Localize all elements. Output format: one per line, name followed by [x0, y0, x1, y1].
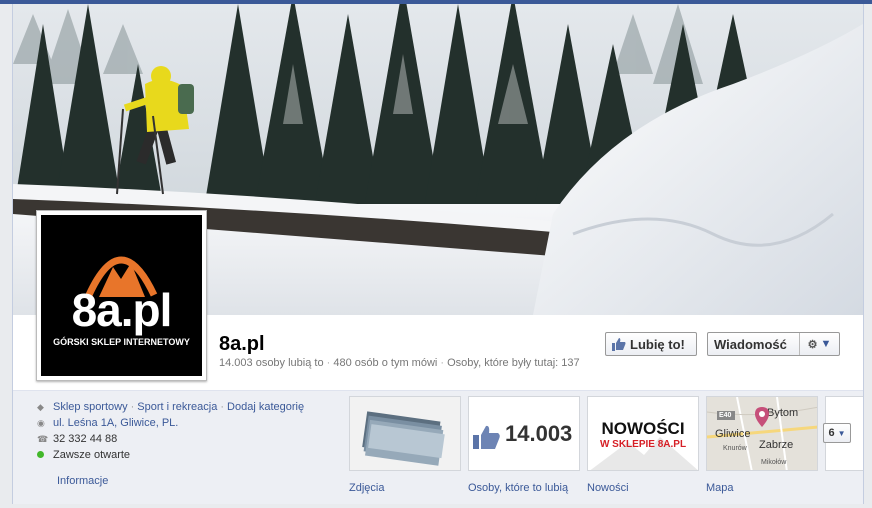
map-place-label: Gliwice: [715, 428, 751, 440]
like-button-label: Lubię to!: [630, 336, 685, 352]
phone-number: 32 332 44 88: [53, 433, 118, 445]
about-section: ◆ Sklep sportowy · Sport i rekreacja · D…: [37, 399, 337, 463]
logo-subtitle: GÓRSKI SKLEP INTERNETOWY: [53, 337, 190, 347]
separator: ·: [130, 401, 135, 413]
thumbs-up-icon: [612, 338, 626, 351]
phone-icon: ☎: [37, 433, 49, 444]
chevron-down-icon: ▼: [837, 428, 846, 438]
visited-stat[interactable]: Osoby, które były tutaj: 137: [447, 357, 579, 369]
like-button[interactable]: Lubię to!: [605, 332, 697, 356]
page-timeline: 8a.pl GÓRSKI SKLEP INTERNETOWY 8a.pl 14.…: [12, 4, 864, 504]
profile-picture[interactable]: 8a.pl GÓRSKI SKLEP INTERNETOWY: [36, 210, 207, 381]
info-bar: ◆ Sklep sportowy · Sport i rekreacja · D…: [13, 390, 863, 504]
map-tile[interactable]: E40 Bytom Gliwice Zabrze Knurów Mikołów: [706, 396, 818, 471]
location-pin-icon: ◉: [37, 417, 45, 428]
map-place-label: Zabrze: [759, 439, 794, 451]
logo-text: 8a.pl: [71, 284, 173, 336]
info-link[interactable]: Informacje: [57, 475, 108, 487]
news-banner-subtitle: W SKLEPIE 8A.PL: [599, 439, 687, 450]
category-link[interactable]: Sport i rekreacja: [137, 401, 217, 413]
page-stats: 14.003 osoby lubią to · 480 osób o tym m…: [219, 357, 580, 369]
chevron-down-icon: ▼: [820, 338, 832, 350]
message-button[interactable]: Wiadomość ⚙ ▼: [707, 332, 840, 356]
news-tile[interactable]: NOWOŚCI W SKLEPIE 8A.PL: [587, 396, 699, 471]
likes-stat[interactable]: 14.003 osoby lubią to: [219, 357, 324, 369]
separator: ·: [220, 401, 225, 413]
category-link[interactable]: Sklep sportowy: [53, 401, 128, 413]
page-title[interactable]: 8a.pl: [219, 333, 265, 356]
settings-dropdown[interactable]: ⚙ ▼: [799, 333, 839, 355]
photos-label[interactable]: Zdjęcia: [349, 482, 384, 494]
thumbs-up-icon: [473, 425, 500, 449]
message-button-label: Wiadomość: [714, 336, 787, 352]
photos-tile[interactable]: [349, 396, 461, 471]
map-pin-icon: [755, 407, 769, 427]
map-place-label: Mikołów: [761, 459, 787, 466]
address-link[interactable]: ul. Leśna 1A, Gliwice, PL.: [53, 417, 178, 429]
map-place-label: Bytom: [767, 407, 799, 419]
logo: 8a.pl GÓRSKI SKLEP INTERNETOWY: [41, 215, 202, 376]
talking-stat[interactable]: 480 osób o tym mówi: [333, 357, 437, 369]
map-label[interactable]: Mapa: [706, 482, 734, 494]
add-category-link[interactable]: Dodaj kategorię: [227, 401, 304, 413]
likes-count: 14.003: [505, 421, 573, 446]
map-place-label: Knurów: [723, 445, 747, 452]
tag-icon: ◆: [37, 401, 44, 412]
map-road-label: E40: [719, 412, 732, 419]
address-row: ◉ ul. Leśna 1A, Gliwice, PL.: [37, 415, 337, 431]
phone-row: ☎ 32 332 44 88: [37, 431, 337, 447]
category-row: ◆ Sklep sportowy · Sport i rekreacja · D…: [37, 399, 337, 415]
hours-row: Zawsze otwarte: [37, 447, 337, 463]
more-apps-button[interactable]: 6 ▼: [823, 423, 851, 443]
likes-label[interactable]: Osoby, które to lubią: [468, 482, 568, 494]
hours-text: Zawsze otwarte: [53, 449, 131, 461]
news-banner-title: NOWOŚCI: [601, 419, 685, 438]
photos-thumbnail: [350, 397, 460, 470]
more-apps-count: 6: [828, 427, 835, 439]
likes-tile[interactable]: 14.003: [468, 396, 580, 471]
open-status-icon: [37, 450, 53, 460]
gear-icon: ⚙: [807, 338, 818, 351]
news-label[interactable]: Nowości: [587, 482, 629, 494]
